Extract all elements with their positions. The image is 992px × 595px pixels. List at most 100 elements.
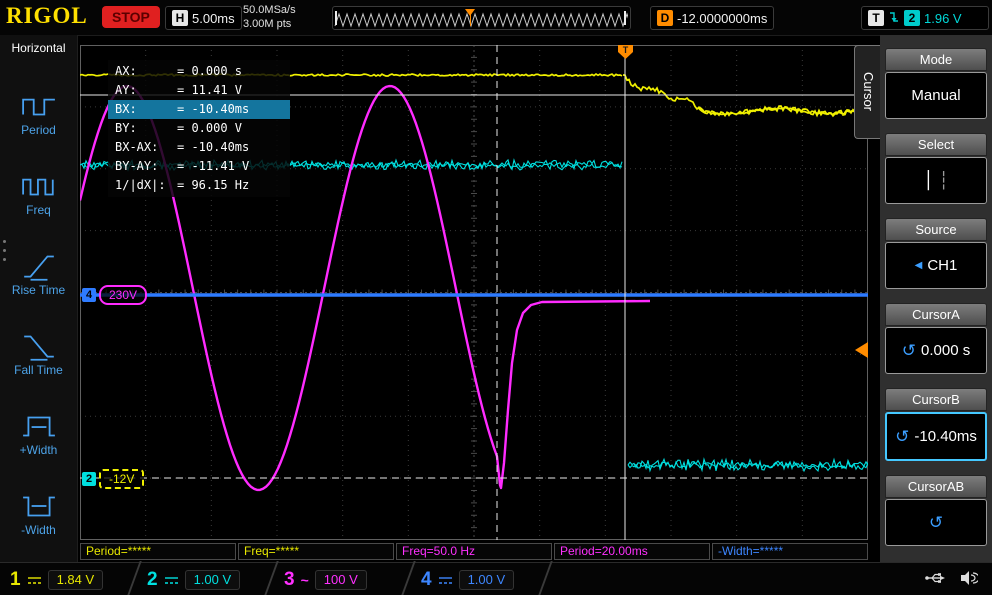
channel2-number: 2 [147,569,158,591]
sidebar-item-plus-width[interactable]: +Width [20,411,58,457]
usb-icon [924,570,946,586]
channel3-scale: 100 V [315,570,367,590]
sidebar-item-label: Period [21,123,56,137]
right-menu: Mode Manual Select │ ┆ Source ◀ CH1 Curs… [880,35,992,562]
memory-position-bar[interactable] [332,6,631,30]
measure-slot-4[interactable]: Period=20.00ms [554,543,710,560]
source-value: CH1 [927,257,957,274]
channel1-scale: 1.84 V [48,570,104,590]
delay-badge: D [657,10,673,26]
run-state-badge: STOP [102,6,160,28]
sidebar-item-label: +Width [20,443,58,457]
reset-icon: ↺ [895,427,909,447]
cursor-row: BX-AX:= -10.40ms [108,138,290,157]
oscilloscope-screen: RIGOL STOP H 5.00ms 50.0MSa/s 3.00M pts … [0,0,992,595]
cursor-row-selected: BX:= -10.40ms [108,100,290,119]
channel2-status[interactable]: 2 1.00 V [137,563,274,595]
menu-section-cursor-b: CursorB ↺ -10.40ms [885,388,987,461]
menu-section-source: Source ◀ CH1 [885,218,987,289]
cursor-b-glyph: ┆ [939,171,949,191]
cursor-b-button[interactable]: ↺ -10.40ms [885,412,987,461]
channel2-scale: 1.00 V [185,570,241,590]
mode-button[interactable]: Manual [885,72,987,119]
horizontal-badge: H [172,10,188,26]
section-header: Select [885,133,987,156]
sample-rate: 50.0MSa/s [243,3,296,17]
ch4-level-label: 230V [99,285,147,305]
sidebar-item-fall-time[interactable]: Fall Time [14,331,63,377]
cursor-row: AX:= 0.000 s [108,62,290,81]
channel4-status[interactable]: 4 1.00 V [411,563,548,595]
menu-section-select: Select │ ┆ [885,133,987,204]
menu-title-tab[interactable]: Cursor [854,45,882,139]
section-header: Mode [885,48,987,71]
cursor-b-value: -10.40ms [914,428,977,445]
ch2-marker: 2 [82,472,96,486]
channel1-status[interactable]: 1 1.84 V [0,563,137,595]
cursor-row: BY:= 0.000 V [108,119,290,138]
cursor-a-button[interactable]: ↺ 0.000 s [885,327,987,374]
sidebar-item-rise-time[interactable]: Rise Time [12,251,65,297]
plus-width-icon [21,411,57,441]
sidebar-item-freq[interactable]: Freq [21,171,57,217]
menu-section-cursor-ab: CursorAB ↺ [885,475,987,546]
reset-icon: ↺ [902,341,916,361]
source-button[interactable]: ◀ CH1 [885,242,987,289]
speaker-icon [960,570,978,586]
brand-logo: RIGOL [6,3,88,29]
channel1-number: 1 [10,569,21,591]
dc-coupling-icon [27,574,42,586]
menu-section-cursor-a: CursorA ↺ 0.000 s [885,303,987,374]
delay-group[interactable]: D -12.0000000ms [650,6,774,30]
minus-width-icon [21,491,57,521]
trigger-group[interactable]: T 2 1.96 V [861,6,989,30]
sidebar-item-label: -Width [21,523,56,537]
dc-coupling-icon [164,574,179,586]
freq-icon [21,171,57,201]
trigger-slope-icon [888,11,900,25]
sidebar-item-label: Fall Time [14,363,63,377]
measure-slot-2[interactable]: Freq=***** [238,543,394,560]
trigger-source-badge: 2 [904,10,920,26]
sidebar-item-label: Freq [26,203,51,217]
menu-title: Cursor [861,72,876,111]
fall-time-icon [21,331,57,361]
section-header: CursorB [885,388,987,411]
cursor-ab-button[interactable]: ↺ [885,499,987,546]
rise-time-icon [21,251,57,281]
measure-slot-3[interactable]: Freq=50.0 Hz [396,543,552,560]
acquisition-info: 50.0MSa/s 3.00M pts [243,3,296,31]
ch2-position-label[interactable]: 2 -12V [82,469,144,489]
status-icons [924,570,978,586]
period-icon [21,91,57,121]
sidebar-item-label: Rise Time [12,283,65,297]
cursor-a-glyph: │ [923,171,933,191]
channel4-scale: 1.00 V [459,570,515,590]
reset-icon: ↺ [929,513,943,533]
top-bar: RIGOL STOP H 5.00ms 50.0MSa/s 3.00M pts … [0,0,992,36]
channel3-number: 3 [284,569,295,591]
channel4-number: 4 [421,569,432,591]
dc-coupling-icon [438,574,453,586]
select-button[interactable]: │ ┆ [885,157,987,204]
ac-coupling-icon: ~ [301,572,309,588]
measure-slot-1[interactable]: Period=***** [80,543,236,560]
left-arrow-icon: ◀ [915,260,923,271]
measure-sidebar-title: Horizontal [11,41,65,57]
cursor-row: BY-AY:= -11.41 V [108,157,290,176]
ch4-marker: 4 [82,288,96,302]
delay-value: -12.0000000ms [677,11,767,26]
sidebar-item-period[interactable]: Period [21,91,57,137]
measure-bar: Period=***** Freq=***** Freq=50.0 Hz Per… [80,543,868,560]
memory-trigger-position-marker[interactable] [470,9,471,26]
channel3-status[interactable]: 3 ~ 100 V [274,563,411,595]
cursor-readout-panel: AX:= 0.000 s AY:= 11.41 V BX:= -10.40ms … [108,60,290,197]
measure-slot-5[interactable]: -Width=***** [712,543,868,560]
memory-waveform-icon [333,7,628,29]
timebase-group[interactable]: H 5.00ms [165,6,242,30]
memory-depth: 3.00M pts [243,17,296,31]
measure-sidebar: Horizontal Period Freq Rise Time Fall Ti… [0,35,78,562]
sidebar-item-minus-width[interactable]: -Width [21,491,57,537]
ch4-position-label[interactable]: 4 230V [82,285,147,305]
trigger-level-value: 1.96 V [924,11,962,26]
